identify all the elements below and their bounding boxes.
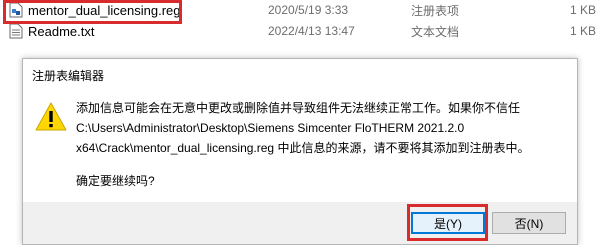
highlight-box-yes — [407, 204, 488, 241]
message-line: 添加信息可能会在无意中更改或删除值并导致组件无法继续正常工作。如果你不信任 — [76, 101, 521, 115]
text-file-icon — [9, 23, 23, 39]
message-line: x64\Crack\mentor_dual_licensing.reg 中此信息… — [76, 141, 530, 155]
file-date: 2020/5/19 3:33 — [268, 3, 349, 17]
message-line: C:\Users\Administrator\Desktop\Siemens S… — [76, 121, 465, 135]
dialog-message: 添加信息可能会在无意中更改或删除值并导致组件无法继续正常工作。如果你不信任 C:… — [76, 98, 566, 158]
no-button[interactable]: 否(N) — [492, 212, 566, 234]
file-type: 文本文档 — [411, 24, 460, 39]
file-date: 2022/4/13 13:47 — [268, 24, 355, 38]
file-list: mentor_dual_licensing.reg 2020/5/19 3:33… — [0, 0, 596, 48]
dialog-button-bar: 是(Y) 否(N) — [23, 202, 577, 244]
file-name[interactable]: Readme.txt — [28, 24, 94, 39]
highlight-box-filename — [3, 0, 182, 24]
file-size: 1 KB — [569, 3, 596, 17]
confirm-question: 确定要继续吗? — [76, 174, 155, 188]
file-row[interactable]: Readme.txt 2022/4/13 13:47 文本文档 1 KB — [0, 21, 596, 41]
file-type: 注册表项 — [411, 3, 460, 18]
file-size: 1 KB — [569, 24, 596, 38]
dialog-title: 注册表编辑器 — [32, 69, 105, 83]
warning-icon — [35, 102, 67, 131]
registry-editor-dialog: 注册表编辑器 添加信息可能会在无意中更改或删除值并导致组件无法继续正常工作。如果… — [22, 58, 578, 245]
